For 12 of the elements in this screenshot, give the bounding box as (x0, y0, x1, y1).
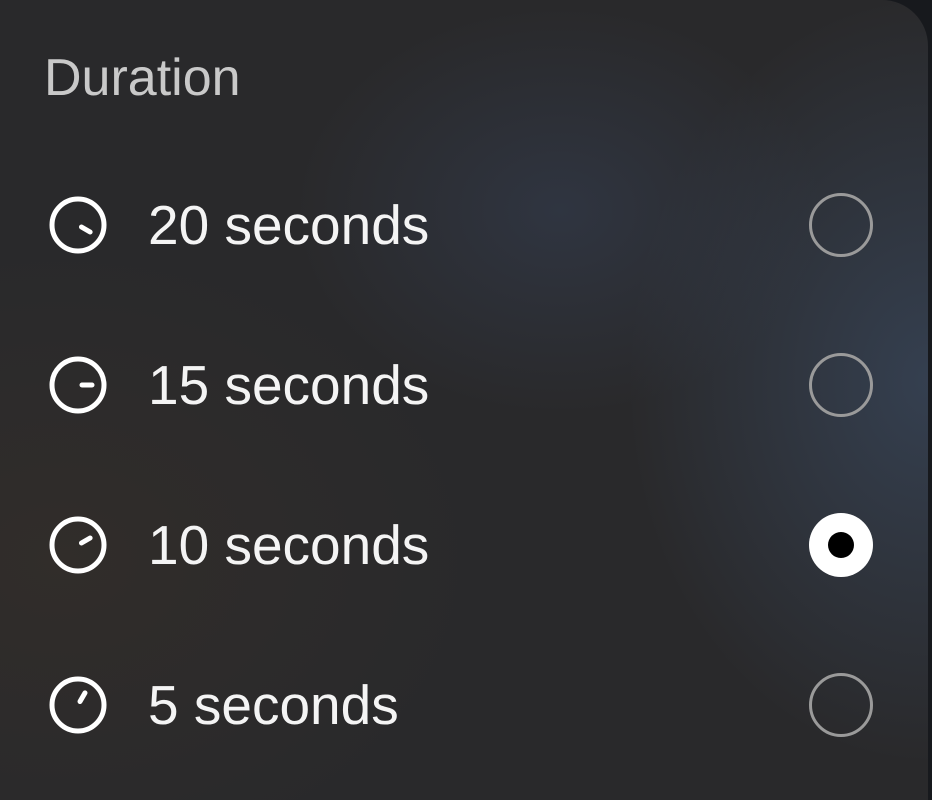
option-label: 5 seconds (148, 673, 399, 737)
timer-icon (48, 675, 108, 735)
timer-icon (48, 515, 108, 575)
option-label: 20 seconds (148, 193, 430, 257)
timer-icon (48, 195, 108, 255)
timer-icon (48, 355, 108, 415)
radio-button[interactable] (809, 193, 873, 257)
option-label: 15 seconds (148, 353, 430, 417)
option-label: 10 seconds (148, 513, 430, 577)
radio-button[interactable] (809, 673, 873, 737)
radio-button[interactable] (809, 353, 873, 417)
section-title: Duration (44, 48, 241, 108)
